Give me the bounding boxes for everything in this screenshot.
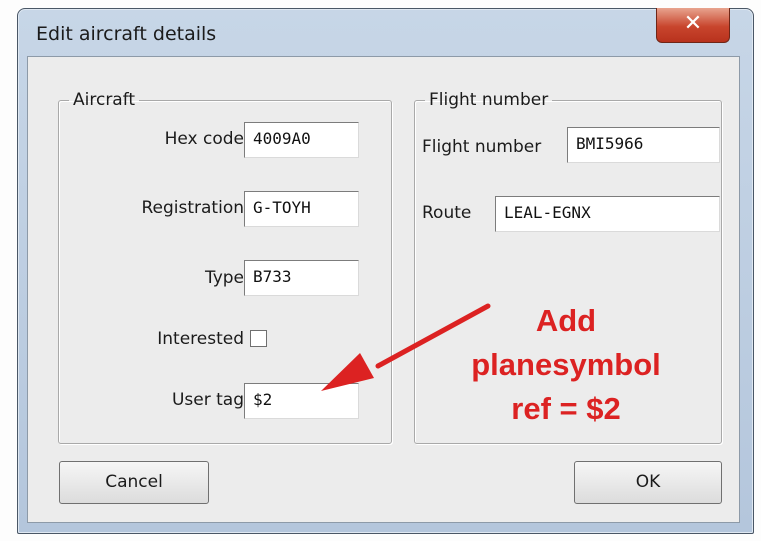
annotation-line-1: Add <box>535 303 597 338</box>
annotation-arrow-icon <box>321 303 491 391</box>
annotation-text: Add planesymbol ref = $2 <box>450 299 682 431</box>
annotation-line-2: planesymbol <box>471 347 661 382</box>
edit-aircraft-dialog: Edit aircraft details ✕ Aircraft Hex cod… <box>17 8 754 534</box>
annotation-line-3: ref = $2 <box>511 391 621 426</box>
